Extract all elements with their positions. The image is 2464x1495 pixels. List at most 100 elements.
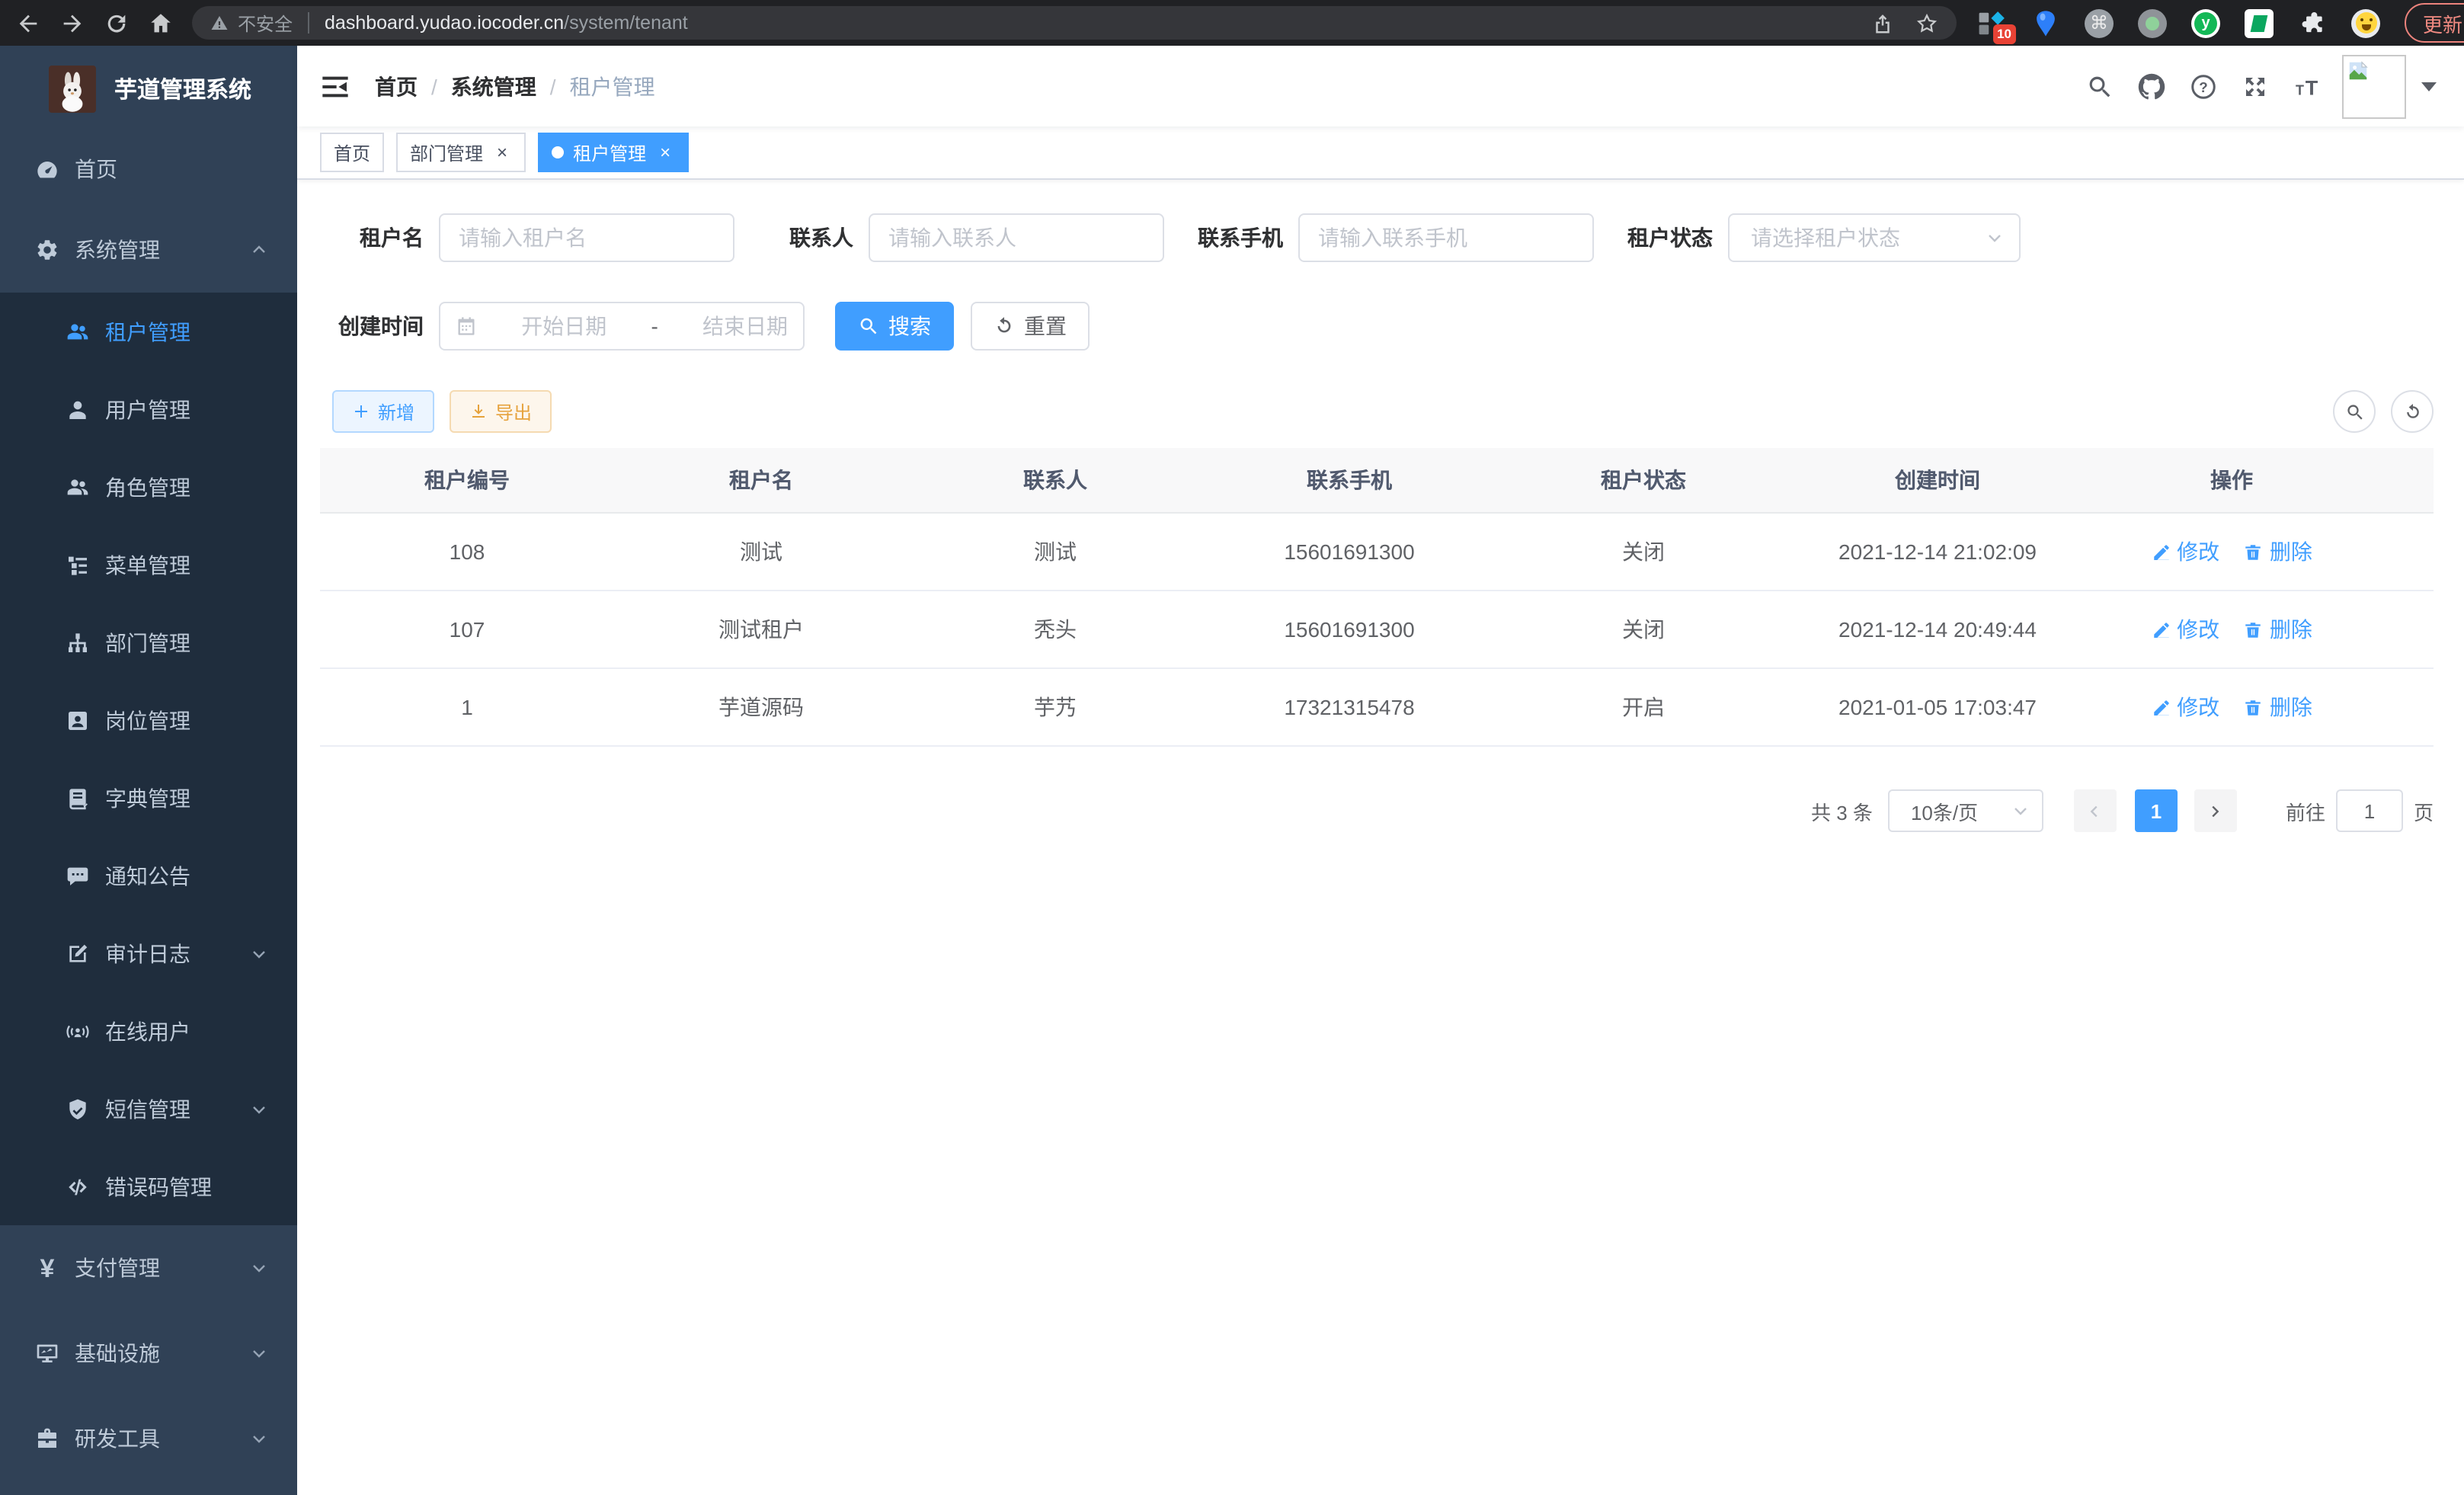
cell-name: 芋道源码	[614, 668, 908, 746]
sidebar-toggle-icon[interactable]	[320, 71, 350, 101]
goto-page-input[interactable]: 1	[2336, 789, 2403, 832]
sidebar-item-label: 系统管理	[75, 235, 160, 265]
status-select[interactable]: 请选择租户状态	[1728, 213, 2021, 262]
browser-back-icon[interactable]	[15, 10, 41, 36]
profile-avatar-icon[interactable]	[2351, 8, 2380, 37]
status-label: 租户状态	[1609, 222, 1728, 253]
bookmark-star-icon[interactable]	[1915, 11, 1938, 34]
avatar[interactable]	[2342, 54, 2406, 118]
prev-page-button[interactable]	[2074, 789, 2117, 832]
delete-link[interactable]: 删除	[2244, 692, 2312, 722]
filter-row-2: 创建时间 开始日期 - 结束日期 搜索 重置	[320, 302, 2434, 351]
sidebar-item-9[interactable]: 通知公告	[0, 837, 297, 914]
edit-link[interactable]: 修改	[2151, 536, 2219, 567]
toggle-search-button[interactable]	[2333, 390, 2376, 433]
sidebar-item-15[interactable]: 基础设施	[0, 1311, 297, 1396]
url-text[interactable]: dashboard.yudao.iocoder.cn/system/tenant	[325, 12, 1856, 34]
extension-command-icon[interactable]: ⌘	[2085, 8, 2114, 37]
extension-squares-icon[interactable]: 10	[1978, 8, 2007, 37]
tab-2[interactable]: 租户管理 ×	[538, 133, 689, 172]
browser-home-icon[interactable]	[148, 10, 174, 36]
avatar-caret-icon[interactable]	[2421, 82, 2437, 91]
tenant-name-input[interactable]: 请输入租户名	[439, 213, 734, 262]
fullscreen-icon[interactable]	[2242, 72, 2269, 100]
header-search-icon[interactable]	[2086, 72, 2114, 100]
column-header: 联系人	[908, 448, 1202, 513]
page-size-select[interactable]: 10条/页	[1888, 789, 2043, 832]
sidebar-item-3[interactable]: 用户管理	[0, 370, 297, 448]
date-end-placeholder[interactable]: 结束日期	[702, 311, 788, 341]
post-icon	[66, 708, 90, 732]
date-separator: -	[651, 314, 658, 338]
extension-badge: 10	[1992, 24, 2016, 43]
refresh-table-button[interactable]	[2391, 390, 2434, 433]
chevron-down-icon	[1986, 229, 2004, 247]
sidebar-item-10[interactable]: 审计日志	[0, 914, 297, 992]
extensions-puzzle-icon[interactable]	[2298, 8, 2327, 37]
date-start-placeholder[interactable]: 开始日期	[521, 311, 606, 341]
sidebar-item-2[interactable]: 租户管理	[0, 293, 297, 370]
edit-link[interactable]: 修改	[2151, 692, 2219, 722]
table-row: 107测试租户秃头15601691300关闭2021-12-14 20:49:4…	[320, 591, 2434, 668]
cell-id: 1	[320, 668, 614, 746]
cell-name: 测试租户	[614, 591, 908, 668]
chevron-down-icon	[250, 1429, 268, 1448]
sidebar-item-12[interactable]: 短信管理	[0, 1070, 297, 1148]
breadcrumb-item-1[interactable]: 系统管理	[451, 71, 536, 101]
search-button[interactable]: 搜索	[835, 302, 954, 351]
close-icon[interactable]: ×	[492, 142, 512, 162]
sidebar-logo[interactable]: 芋道管理系统	[0, 46, 297, 131]
screen: 不安全 dashboard.yudao.iocoder.cn/system/te…	[0, 0, 2464, 1495]
export-button[interactable]: 导出	[450, 390, 552, 433]
code-icon	[66, 1174, 90, 1199]
chevron-down-icon	[250, 1259, 268, 1277]
tab-0[interactable]: 首页	[320, 133, 384, 172]
address-bar[interactable]: 不安全 dashboard.yudao.iocoder.cn/system/te…	[192, 6, 1957, 40]
extension-green-dot-icon[interactable]	[2138, 8, 2167, 37]
delete-link[interactable]: 删除	[2244, 614, 2312, 645]
sidebar-item-16[interactable]: 研发工具	[0, 1396, 297, 1481]
sidebar-item-13[interactable]: 错误码管理	[0, 1148, 297, 1225]
table-row: 1芋道源码芋艿17321315478开启2021-01-05 17:03:47 …	[320, 668, 2434, 746]
sidebar-item-1[interactable]: 系统管理	[0, 207, 297, 293]
browser-reload-icon[interactable]	[104, 10, 130, 36]
help-icon[interactable]: ?	[2190, 72, 2217, 100]
extension-y-icon[interactable]: y	[2191, 8, 2220, 37]
github-icon[interactable]	[2138, 72, 2165, 100]
sidebar-item-14[interactable]: ¥ 支付管理	[0, 1225, 297, 1311]
svg-text:T: T	[2306, 76, 2318, 99]
security-label[interactable]: 不安全	[238, 10, 293, 36]
extension-chat-icon[interactable]	[2245, 8, 2274, 37]
page-unit-label: 页	[2414, 796, 2434, 825]
browser-update-button[interactable]: 更新 ⋮	[2405, 3, 2464, 43]
peoples-icon	[66, 319, 90, 344]
cell-contact: 秃头	[908, 591, 1202, 668]
table-row: 108测试测试15601691300关闭2021-12-14 21:02:09 …	[320, 513, 2434, 591]
share-icon[interactable]	[1871, 11, 1894, 34]
delete-link[interactable]: 删除	[2244, 536, 2312, 567]
sidebar-item-7[interactable]: 岗位管理	[0, 681, 297, 759]
mobile-input[interactable]: 请输入联系手机	[1298, 213, 1594, 262]
sidebar-item-5[interactable]: 菜单管理	[0, 526, 297, 603]
sidebar-item-8[interactable]: 字典管理	[0, 759, 297, 837]
font-size-icon[interactable]: TT	[2293, 72, 2321, 100]
sidebar-item-0[interactable]: 首页	[0, 131, 297, 207]
contact-input[interactable]: 请输入联系人	[869, 213, 1164, 262]
current-page[interactable]: 1	[2135, 789, 2178, 832]
reset-button[interactable]: 重置	[971, 302, 1090, 351]
browser-forward-icon[interactable]	[59, 10, 85, 36]
close-icon[interactable]: ×	[655, 142, 675, 162]
breadcrumb-separator: /	[431, 74, 437, 98]
date-range-picker[interactable]: 开始日期 - 结束日期	[439, 302, 805, 351]
breadcrumb-item-0[interactable]: 首页	[375, 71, 418, 101]
sidebar-item-4[interactable]: 角色管理	[0, 448, 297, 526]
edit-icon	[2151, 619, 2171, 639]
tab-1[interactable]: 部门管理 ×	[396, 133, 526, 172]
edit-icon	[2151, 697, 2171, 717]
extension-balloon-icon[interactable]	[2031, 8, 2060, 37]
add-button[interactable]: 新增	[332, 390, 434, 433]
edit-link[interactable]: 修改	[2151, 614, 2219, 645]
sidebar-item-6[interactable]: 部门管理	[0, 603, 297, 681]
sidebar-item-11[interactable]: 在线用户	[0, 992, 297, 1070]
next-page-button[interactable]	[2194, 789, 2237, 832]
